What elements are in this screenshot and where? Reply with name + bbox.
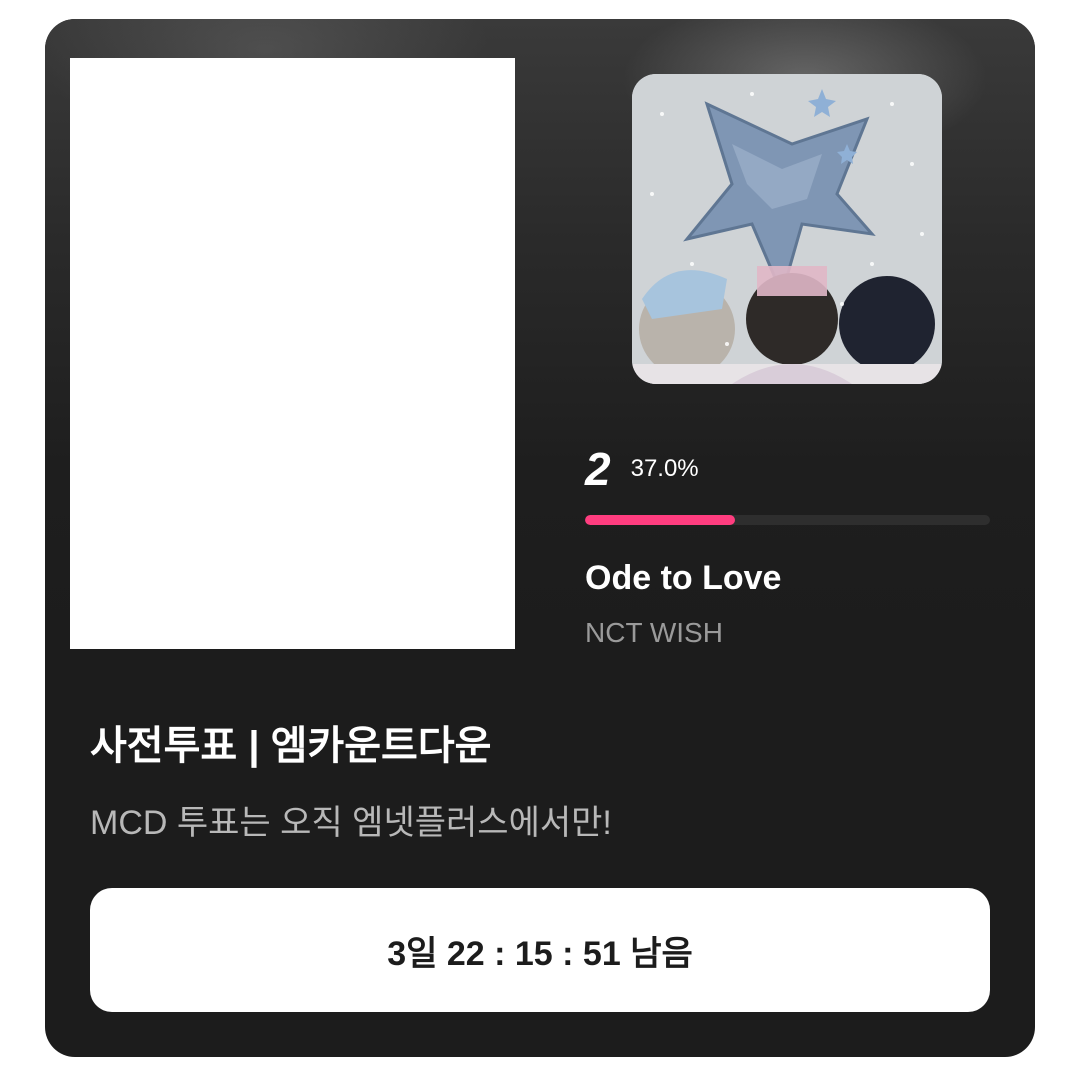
rank-row: 2 37.0% [585, 444, 699, 494]
vote-progress-fill [585, 515, 735, 525]
vote-card[interactable]: 2 37.0% Ode to Love NCT WISH 사전투표 | 엠카운트… [45, 19, 1035, 1057]
vote-progress-bar [585, 515, 990, 525]
event-title: 사전투표 | 엠카운트다운 [90, 724, 492, 768]
album-cover-image [632, 74, 942, 384]
vote-percentage: 37.0% [630, 455, 699, 482]
rank-number: 2 [585, 443, 611, 495]
song-title: Ode to Love [585, 559, 782, 597]
countdown-button[interactable]: 3일 22 : 15 : 51 남음 [90, 888, 990, 1012]
event-subtitle: MCD 투표는 오직 엠넷플러스에서만! [90, 804, 612, 842]
candidate-image-panel [70, 58, 515, 649]
artist-name: NCT WISH [585, 617, 723, 648]
